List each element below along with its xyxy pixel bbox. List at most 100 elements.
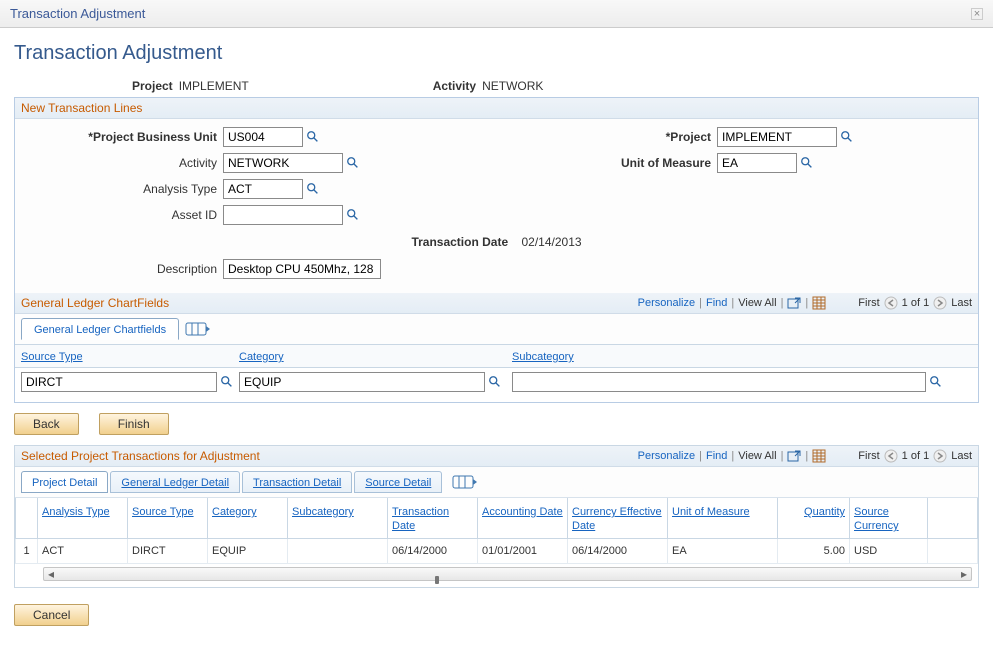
page-info: 1 of 1 — [902, 297, 930, 309]
cell-analysis-type: ACT — [38, 539, 128, 564]
page-title: Transaction Adjustment — [14, 42, 979, 65]
selected-transactions-title: Selected Project Transactions for Adjust… — [21, 449, 260, 463]
show-all-columns-icon[interactable] — [452, 474, 478, 490]
personalize-link[interactable]: Personalize — [638, 297, 695, 309]
gl-chartfields-section: General Ledger ChartFields Personalize |… — [15, 293, 978, 402]
cell-category: EQUIP — [208, 539, 288, 564]
transactions-table: Analysis Type Source Type Category Subca… — [15, 498, 978, 564]
tab-transaction-detail[interactable]: Transaction Detail — [242, 471, 352, 493]
uom-label: Unit of Measure — [391, 156, 717, 170]
window-header: Transaction Adjustment × — [0, 0, 993, 28]
category-input[interactable] — [239, 372, 485, 392]
first-text: First — [858, 297, 879, 309]
new-transaction-lines-group: New Transaction Lines *Project Business … — [14, 97, 979, 403]
col-currency-effective-date[interactable]: Currency Effective Date — [572, 506, 662, 532]
col-source-type[interactable]: Source Type — [21, 351, 83, 363]
asset-id-label: Asset ID — [23, 208, 223, 222]
lookup-icon[interactable] — [487, 374, 503, 390]
next-arrow-icon[interactable] — [933, 449, 947, 463]
cell-uom: EA — [668, 539, 778, 564]
header-project-label: Project — [132, 79, 173, 93]
asset-id-input[interactable] — [223, 205, 343, 225]
col-category[interactable]: Category — [239, 351, 284, 363]
next-arrow-icon[interactable] — [933, 296, 947, 310]
col-source-type[interactable]: Source Type — [132, 506, 194, 518]
tab-gl-detail[interactable]: General Ledger Detail — [110, 471, 240, 493]
prev-arrow-icon[interactable] — [884, 449, 898, 463]
zoom-icon[interactable] — [787, 296, 801, 310]
find-link[interactable]: Find — [706, 450, 727, 462]
tab-source-detail[interactable]: Source Detail — [354, 471, 442, 493]
source-type-input[interactable] — [21, 372, 217, 392]
col-category[interactable]: Category — [212, 506, 257, 518]
grid-toolbar: Personalize | Find | View All | | First … — [638, 449, 972, 463]
tab-gl-chartfields[interactable]: General Ledger Chartfields — [21, 318, 179, 340]
col-analysis-type[interactable]: Analysis Type — [42, 506, 110, 518]
download-icon[interactable] — [812, 296, 826, 310]
description-label: Description — [23, 262, 223, 276]
personalize-link[interactable]: Personalize — [638, 450, 695, 462]
finish-button[interactable]: Finish — [99, 413, 169, 435]
col-quantity[interactable]: Quantity — [804, 506, 845, 518]
lookup-icon[interactable] — [345, 207, 361, 223]
tab-project-detail[interactable]: Project Detail — [21, 471, 108, 493]
pbu-label: *Project Business Unit — [23, 130, 223, 144]
lookup-icon[interactable] — [839, 129, 855, 145]
project-label: *Project — [391, 130, 717, 144]
back-button[interactable]: Back — [14, 413, 79, 435]
grid-toolbar: Personalize | Find | View All | | First … — [638, 296, 972, 310]
col-unit-of-measure[interactable]: Unit of Measure — [672, 506, 750, 518]
view-all-text: View All — [738, 297, 776, 309]
zoom-icon[interactable] — [787, 449, 801, 463]
scroll-left-arrow-icon[interactable]: ◂ — [46, 571, 56, 577]
description-input[interactable] — [223, 259, 381, 279]
header-activity-value: NETWORK — [482, 79, 543, 93]
lookup-icon[interactable] — [305, 181, 321, 197]
lookup-icon[interactable] — [219, 374, 235, 390]
row-index: 1 — [16, 539, 38, 564]
close-icon[interactable]: × — [971, 8, 983, 20]
window-title: Transaction Adjustment — [10, 6, 145, 21]
col-transaction-date[interactable]: Transaction Date — [392, 506, 449, 532]
download-icon[interactable] — [812, 449, 826, 463]
horizontal-scrollbar[interactable]: ◂ ▸ — [43, 567, 972, 581]
table-row: 1 ACT DIRCT EQUIP 06/14/2000 01/01/2001 … — [16, 539, 978, 564]
analysis-type-input[interactable] — [223, 179, 303, 199]
analysis-type-label: Analysis Type — [23, 182, 223, 196]
cancel-button[interactable]: Cancel — [14, 604, 89, 626]
transaction-date-label: Transaction Date — [411, 235, 508, 249]
page-info: 1 of 1 — [902, 450, 930, 462]
col-subcategory[interactable]: Subcategory — [512, 351, 574, 363]
lookup-icon[interactable] — [928, 374, 944, 390]
cell-source-type: DIRCT — [128, 539, 208, 564]
gl-chartfields-title: General Ledger ChartFields — [21, 296, 169, 310]
cell-quantity: 5.00 — [778, 539, 850, 564]
view-all-text: View All — [738, 450, 776, 462]
cell-accounting-date: 01/01/2001 — [478, 539, 568, 564]
first-text: First — [858, 450, 879, 462]
prev-arrow-icon[interactable] — [884, 296, 898, 310]
lookup-icon[interactable] — [799, 155, 815, 171]
lookup-icon[interactable] — [345, 155, 361, 171]
project-input[interactable] — [717, 127, 837, 147]
col-source-currency[interactable]: Source Currency — [854, 506, 899, 532]
find-link[interactable]: Find — [706, 297, 727, 309]
cell-currency-effective-date: 06/14/2000 — [568, 539, 668, 564]
cell-source-currency: USD — [850, 539, 928, 564]
last-text: Last — [951, 297, 972, 309]
show-all-columns-icon[interactable] — [185, 321, 211, 337]
scroll-right-arrow-icon[interactable]: ▸ — [959, 571, 969, 577]
selected-transactions-grid: Selected Project Transactions for Adjust… — [14, 445, 979, 588]
activity-input[interactable] — [223, 153, 343, 173]
pbu-input[interactable] — [223, 127, 303, 147]
last-text: Last — [951, 450, 972, 462]
cell-subcategory — [288, 539, 388, 564]
lookup-icon[interactable] — [305, 129, 321, 145]
activity-label: Activity — [23, 156, 223, 170]
new-transaction-lines-title: New Transaction Lines — [15, 98, 978, 119]
col-subcategory[interactable]: Subcategory — [292, 506, 354, 518]
uom-input[interactable] — [717, 153, 797, 173]
col-accounting-date[interactable]: Accounting Date — [482, 506, 563, 518]
subcategory-input[interactable] — [512, 372, 926, 392]
header-info-row: Project IMPLEMENT Activity NETWORK — [14, 79, 979, 93]
